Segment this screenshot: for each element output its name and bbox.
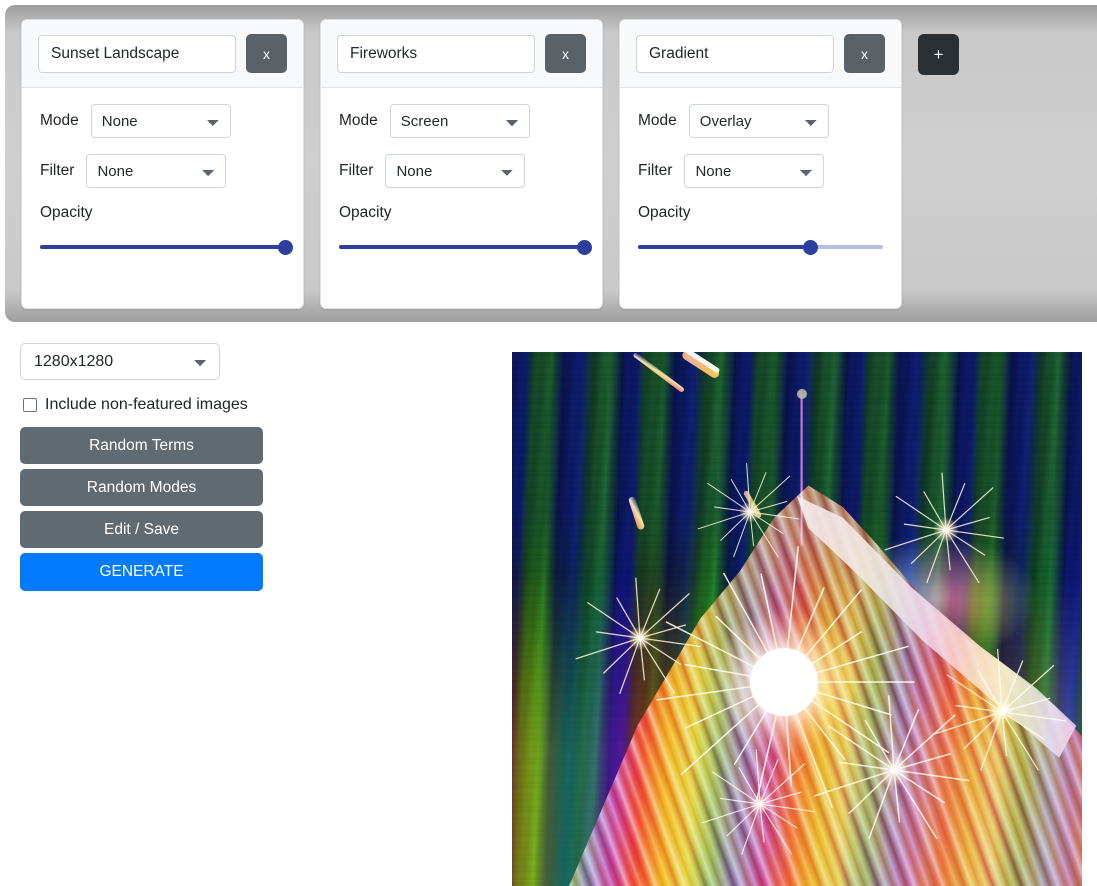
sparkler-burst-small-5: [934, 648, 1066, 771]
include-non-featured-row[interactable]: Include non-featured images: [23, 396, 263, 414]
filter-label: Filter: [40, 162, 75, 179]
slider-thumb[interactable]: [278, 240, 293, 255]
layer-body: Mode None Filter None Opacity: [22, 88, 303, 266]
filter-row: Filter None: [339, 154, 584, 188]
include-non-featured-checkbox[interactable]: [23, 398, 37, 412]
opacity-label: Opacity: [40, 204, 93, 221]
layer-term-input[interactable]: [636, 34, 834, 73]
layer-header: x: [321, 20, 602, 88]
mode-label: Mode: [40, 112, 79, 129]
generated-image[interactable]: [512, 352, 1082, 886]
mode-label: Mode: [638, 112, 677, 129]
slider-thumb[interactable]: [802, 240, 818, 255]
filter-row: Filter None: [638, 154, 883, 188]
sparkler-burst-small-6: [701, 749, 816, 855]
image-size-select[interactable]: 1280x1280: [20, 343, 220, 380]
layer-body: Mode Screen Filter None Opacity: [321, 88, 602, 266]
layer-body: Mode Overlay Filter None Opacity: [620, 88, 901, 266]
filter-select[interactable]: None: [684, 154, 825, 188]
ember-streaks: [628, 352, 762, 530]
layer-card: x Mode None Filter None Opacity: [21, 19, 304, 309]
random-modes-button[interactable]: Random Modes: [20, 469, 263, 506]
sparkler-burst-small-1: [697, 463, 800, 558]
opacity-slider[interactable]: [339, 238, 592, 256]
slider-fill: [339, 245, 584, 249]
generation-controls: 1280x1280 Include non-featured images Ra…: [20, 343, 263, 596]
mode-label: Mode: [339, 112, 378, 129]
filter-label: Filter: [339, 162, 374, 179]
spark-trail: [797, 389, 807, 546]
layer-term-input[interactable]: [38, 34, 236, 73]
remove-layer-button[interactable]: x: [844, 34, 885, 73]
random-terms-button[interactable]: Random Terms: [20, 427, 263, 464]
layer-header: x: [620, 20, 901, 88]
sparkler-burst-small-3: [575, 577, 701, 694]
mode-row: Mode Screen: [339, 104, 584, 138]
opacity-slider[interactable]: [40, 238, 293, 256]
opacity-label: Opacity: [638, 204, 691, 221]
edit-save-button[interactable]: Edit / Save: [20, 511, 263, 548]
mode-select[interactable]: Screen: [389, 104, 530, 138]
slider-thumb[interactable]: [577, 240, 592, 255]
mode-select[interactable]: Overlay: [688, 104, 829, 138]
include-non-featured-label: Include non-featured images: [45, 396, 248, 413]
filter-select[interactable]: None: [86, 154, 227, 188]
slider-fill: [40, 245, 285, 249]
layer-card: x Mode Overlay Filter None Opacity: [619, 19, 902, 309]
image-layer-fireworks: [575, 352, 1066, 855]
filter-select[interactable]: None: [385, 154, 526, 188]
opacity-slider[interactable]: [638, 238, 883, 256]
filter-row: Filter None: [40, 154, 285, 188]
layer-term-input[interactable]: [337, 34, 535, 73]
mode-row: Mode Overlay: [638, 104, 883, 138]
mode-row: Mode None: [40, 104, 285, 138]
slider-fill: [638, 245, 810, 249]
generate-button[interactable]: GENERATE: [20, 553, 263, 591]
layer-card: x Mode Screen Filter None Opacity: [320, 19, 603, 309]
mode-select[interactable]: None: [90, 104, 231, 138]
add-layer-button[interactable]: +: [918, 34, 959, 75]
layer-toolbar: x Mode None Filter None Opacity: [5, 5, 1097, 322]
sparkler-burst-small-2: [884, 472, 1005, 584]
opacity-label: Opacity: [339, 204, 392, 221]
remove-layer-button[interactable]: x: [545, 34, 586, 73]
filter-label: Filter: [638, 162, 673, 179]
remove-layer-button[interactable]: x: [246, 34, 287, 73]
layer-header: x: [22, 20, 303, 88]
